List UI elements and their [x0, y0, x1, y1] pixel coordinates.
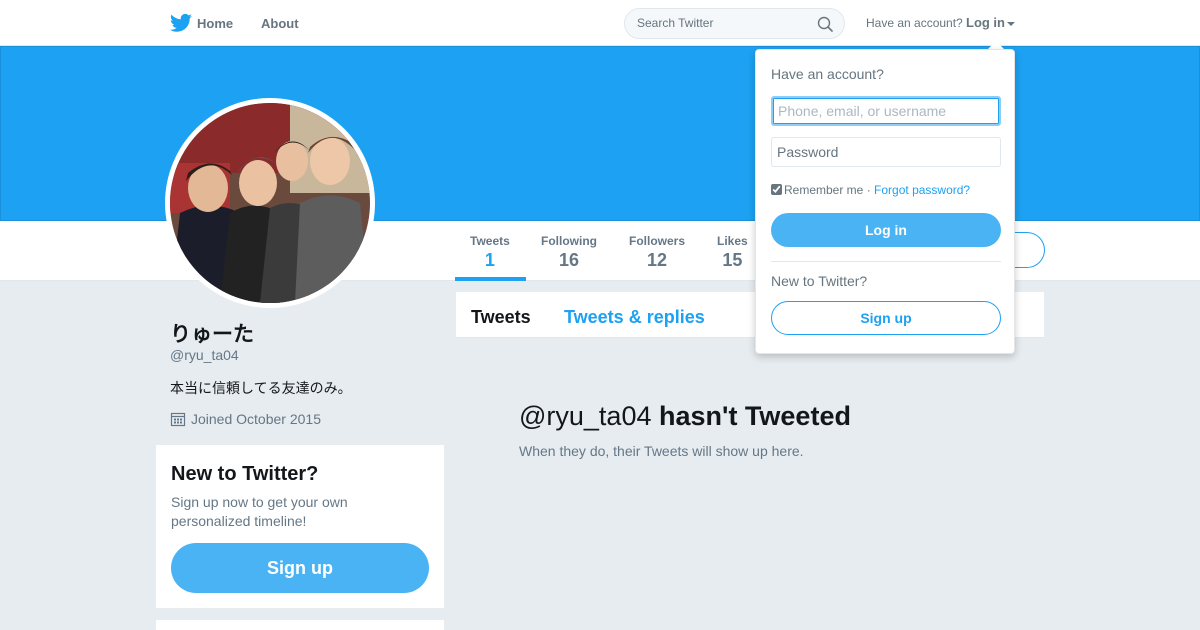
active-stat-underline — [455, 277, 526, 281]
remember-me-checkbox[interactable] — [771, 184, 782, 195]
bird-icon[interactable] — [170, 13, 192, 33]
avatar-photo — [170, 103, 370, 303]
signup-button[interactable]: Sign up — [171, 543, 429, 593]
separator-dot: · — [866, 183, 871, 197]
top-navigation: Home About Have an account? Log in — [0, 0, 1200, 46]
search-icon[interactable] — [817, 16, 833, 32]
tab-tweets-and-replies[interactable]: Tweets & replies — [564, 307, 705, 328]
signup-title: New to Twitter? — [171, 463, 319, 485]
empty-state-title-rest: hasn't Tweeted — [659, 401, 851, 431]
stat-value: 15 — [722, 250, 743, 270]
login-toggle-label: Log in — [966, 15, 1005, 30]
caret-down-icon — [1007, 21, 1015, 26]
joined-text: Joined October 2015 — [191, 411, 321, 427]
stat-value: 12 — [646, 250, 668, 270]
nav-about-link[interactable]: About — [261, 16, 299, 31]
avatar-image — [170, 103, 370, 303]
joined-date: Joined October 2015 — [170, 411, 321, 427]
nav-home-link[interactable]: Home — [197, 16, 233, 31]
dropdown-divider — [771, 261, 1001, 262]
remember-me-label[interactable]: Remember me — [784, 183, 863, 197]
forgot-password-link[interactable]: Forgot password? — [874, 183, 970, 197]
tab-tweets[interactable]: Tweets — [471, 307, 531, 328]
stat-followers[interactable]: Followers 12 — [629, 234, 685, 271]
stat-label: Likes — [717, 234, 748, 248]
sidebar-module — [156, 620, 444, 630]
profile-name[interactable]: りゅーた — [170, 318, 254, 348]
empty-state-handle: @ryu_ta04 — [519, 401, 652, 431]
profile-bio: 本当に信頼してる友達のみ。 — [170, 380, 352, 396]
empty-state-subtitle: When they do, their Tweets will show up … — [519, 443, 804, 459]
have-account-text: Have an account? — [866, 16, 963, 30]
login-dropdown: Have an account? Remember me · Forgot pa… — [755, 49, 1015, 354]
password-input[interactable] — [771, 137, 1001, 167]
stat-value: 16 — [558, 250, 580, 270]
dropdown-signup-button[interactable]: Sign up — [771, 301, 1001, 335]
calendar-icon — [170, 412, 186, 427]
search-box — [624, 8, 845, 39]
empty-state-title: @ryu_ta04 hasn't Tweeted — [519, 401, 851, 432]
stat-label: Tweets — [470, 234, 510, 248]
search-input[interactable] — [637, 16, 807, 30]
remember-me-row: Remember me · Forgot password? — [771, 183, 970, 197]
stat-value: 1 — [484, 250, 495, 270]
dropdown-heading: Have an account? — [771, 66, 884, 82]
stat-likes[interactable]: Likes 15 — [717, 234, 748, 271]
stat-label: Following — [541, 234, 597, 248]
stat-tweets[interactable]: Tweets 1 — [470, 234, 510, 271]
stat-following[interactable]: Following 16 — [541, 234, 597, 271]
signup-description: Sign up now to get your own personalized… — [171, 494, 348, 529]
avatar[interactable] — [165, 98, 375, 308]
login-button[interactable]: Log in — [771, 213, 1001, 247]
username-input[interactable] — [771, 96, 1001, 126]
profile-handle[interactable]: @ryu_ta04 — [170, 347, 239, 363]
stat-label: Followers — [629, 234, 686, 248]
signup-module: New to Twitter? Sign up now to get your … — [156, 445, 444, 608]
login-dropdown-toggle[interactable]: Log in — [966, 15, 1015, 30]
new-to-twitter-text: New to Twitter? — [771, 273, 868, 289]
